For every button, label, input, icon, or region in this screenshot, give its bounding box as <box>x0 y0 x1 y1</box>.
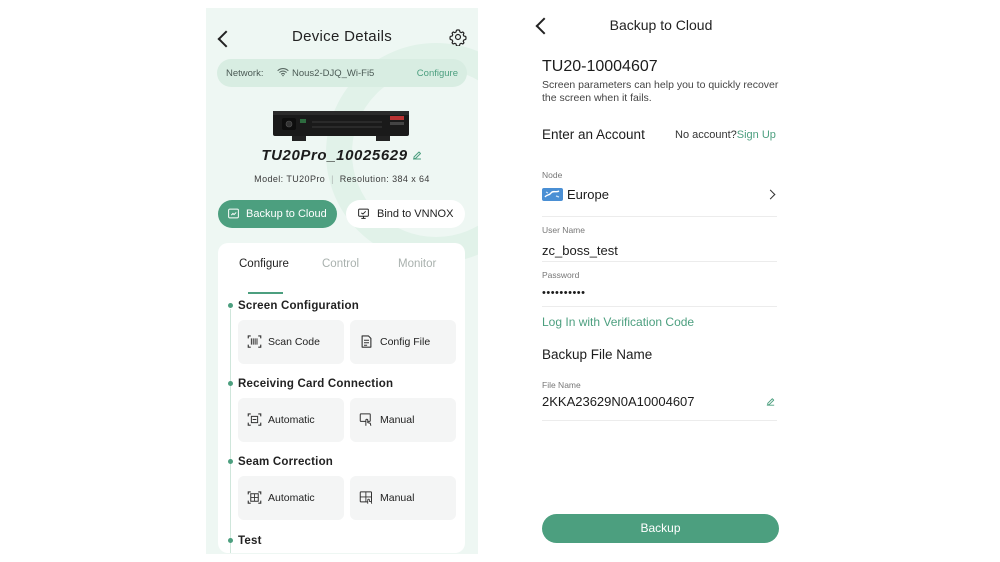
section-dot <box>228 538 233 543</box>
backup-to-cloud-label: Backup to Cloud <box>246 208 327 220</box>
no-account-text: No account? <box>675 129 737 141</box>
receiving-manual-button[interactable]: Manual <box>350 398 456 442</box>
bind-to-vnnox-button[interactable]: Bind to VNNOX <box>346 200 465 228</box>
cloud-backup-icon <box>228 208 239 219</box>
password-field[interactable]: •••••••••• <box>542 287 586 299</box>
model-label: Model: <box>254 174 284 184</box>
enter-account-heading: Enter an Account <box>542 127 645 142</box>
section-rail <box>230 309 231 553</box>
device-name-text: TU20Pro_10025629 <box>261 147 408 164</box>
backup-description: Screen parameters can help you to quickl… <box>542 79 779 104</box>
page-title: Device Details <box>291 28 393 45</box>
seam-manual-button[interactable]: Manual <box>350 476 456 520</box>
device-image <box>273 111 409 141</box>
password-label: Password <box>542 270 580 280</box>
page-title: Backup to Cloud <box>609 17 713 33</box>
divider <box>542 261 777 262</box>
node-value: Europe <box>567 187 609 202</box>
europe-flag-icon <box>542 188 563 201</box>
file-name-label: File Name <box>542 380 581 390</box>
configure-panel: Configure Control Monitor Screen Configu… <box>218 243 465 553</box>
backup-to-cloud-screen: Backup to Cloud TU20-10004607 Screen par… <box>522 0 800 562</box>
edit-icon[interactable] <box>411 149 423 161</box>
resolution-value: 384 x 64 <box>392 174 430 184</box>
device-name: TU20Pro_10025629 <box>206 147 478 164</box>
auto-connect-icon <box>247 413 262 426</box>
network-label: Network: <box>226 68 264 79</box>
network-configure-link[interactable]: Configure <box>417 68 458 79</box>
seam-automatic-label: Automatic <box>268 492 315 504</box>
tab-configure[interactable]: Configure <box>239 258 289 270</box>
username-label: User Name <box>542 225 585 235</box>
divider: | <box>331 174 334 184</box>
section-dot <box>228 303 233 308</box>
no-account-prompt: No account?Sign Up <box>675 129 776 141</box>
config-file-icon <box>361 335 372 348</box>
section-title-screen-configuration: Screen Configuration <box>238 300 359 312</box>
config-file-button[interactable]: Config File <box>350 320 456 364</box>
divider <box>542 306 777 307</box>
file-name-field[interactable]: 2KKA23629N0A10004607 <box>542 394 695 409</box>
divider <box>542 216 777 217</box>
node-label: Node <box>542 170 563 180</box>
wifi-icon <box>277 68 289 77</box>
network-bar: Network: Nous2-DJQ_Wi-Fi5 Configure <box>217 59 467 87</box>
tab-bar: Configure Control Monitor <box>218 258 465 294</box>
seam-automatic-button[interactable]: Automatic <box>238 476 344 520</box>
auto-seam-icon <box>247 491 262 504</box>
section-title-test: Test <box>238 535 262 547</box>
manual-hand-icon <box>359 413 372 426</box>
edit-icon[interactable] <box>765 396 776 407</box>
gear-icon[interactable] <box>449 28 467 46</box>
receiving-automatic-button[interactable]: Automatic <box>238 398 344 442</box>
globe-map-icon <box>544 190 560 198</box>
bind-to-vnnox-label: Bind to VNNOX <box>377 208 454 220</box>
section-dot <box>228 459 233 464</box>
scan-code-icon <box>247 335 262 348</box>
seam-manual-label: Manual <box>380 492 415 504</box>
resolution-label: Resolution: <box>339 174 390 184</box>
verification-code-login-link[interactable]: Log In with Verification Code <box>542 315 694 329</box>
backup-button[interactable]: Backup <box>542 514 779 543</box>
backup-file-heading: Backup File Name <box>542 347 653 362</box>
section-dot <box>228 381 233 386</box>
device-details-screen: Device Details Network: Nous2-DJQ_Wi-Fi5… <box>206 8 478 554</box>
model-info: Model: TU20Pro | Resolution: 384 x 64 <box>206 174 478 184</box>
chevron-right-icon[interactable] <box>765 189 776 200</box>
network-ssid: Nous2-DJQ_Wi-Fi5 <box>292 68 375 79</box>
scan-code-label: Scan Code <box>268 336 320 348</box>
tab-monitor[interactable]: Monitor <box>398 258 436 270</box>
section-title-seam-correction: Seam Correction <box>238 456 334 468</box>
scan-code-button[interactable]: Scan Code <box>238 320 344 364</box>
tab-control[interactable]: Control <box>322 258 359 270</box>
monitor-link-icon <box>358 208 369 219</box>
divider <box>542 420 777 421</box>
config-file-label: Config File <box>380 336 431 348</box>
backup-to-cloud-button[interactable]: Backup to Cloud <box>218 200 337 228</box>
manual-seam-icon <box>359 491 373 504</box>
username-field[interactable]: zc_boss_test <box>542 243 618 258</box>
sign-up-link[interactable]: Sign Up <box>737 129 776 141</box>
active-tab-indicator <box>248 292 283 294</box>
device-name: TU20-10004607 <box>542 58 658 75</box>
receiving-automatic-label: Automatic <box>268 414 315 426</box>
receiving-manual-label: Manual <box>380 414 415 426</box>
section-title-receiving-card: Receiving Card Connection <box>238 378 394 390</box>
model-value: TU20Pro <box>286 174 326 184</box>
